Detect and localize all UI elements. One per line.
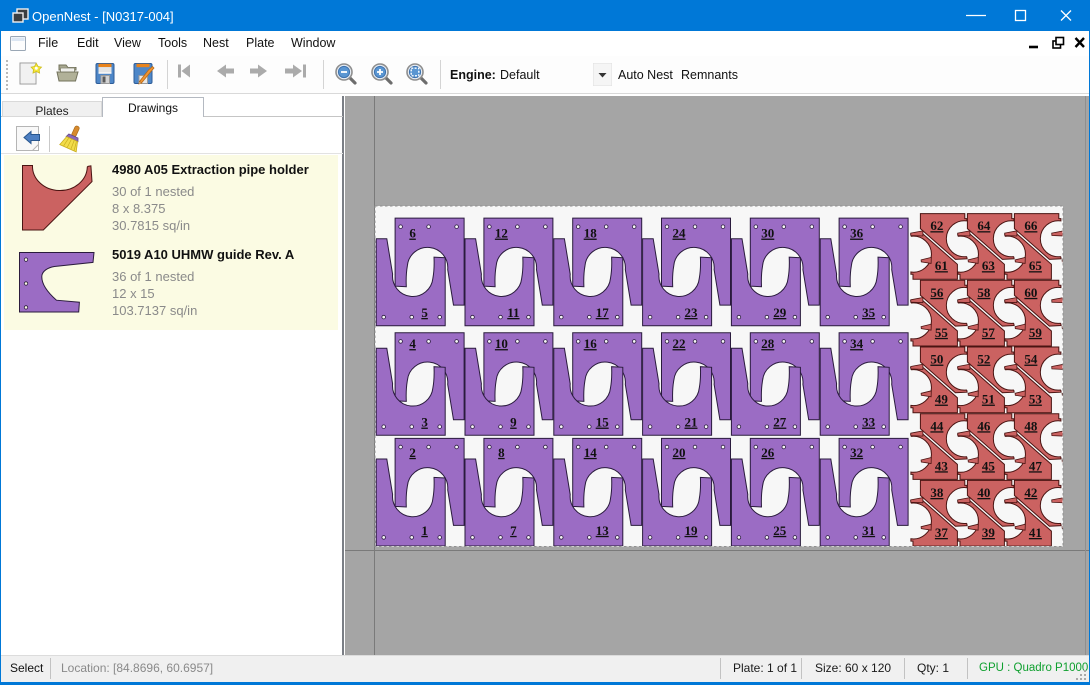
svg-text:17: 17	[596, 305, 610, 320]
svg-text:57: 57	[982, 325, 996, 340]
svg-text:42: 42	[1024, 485, 1037, 500]
svg-text:54: 54	[1024, 352, 1038, 367]
svg-text:62: 62	[930, 218, 943, 233]
svg-text:3: 3	[421, 415, 428, 430]
svg-text:30: 30	[761, 226, 774, 241]
svg-text:40: 40	[977, 485, 990, 500]
svg-text:23: 23	[685, 305, 699, 320]
svg-text:44: 44	[930, 418, 944, 433]
svg-text:20: 20	[673, 445, 686, 460]
svg-text:6: 6	[409, 226, 416, 241]
svg-text:2: 2	[409, 445, 416, 460]
svg-text:43: 43	[935, 458, 949, 473]
svg-text:52: 52	[977, 352, 990, 367]
svg-text:61: 61	[935, 258, 948, 273]
svg-text:39: 39	[982, 525, 996, 540]
svg-text:24: 24	[673, 226, 687, 241]
svg-text:18: 18	[584, 226, 598, 241]
svg-text:45: 45	[982, 458, 996, 473]
svg-text:7: 7	[510, 523, 517, 538]
svg-text:46: 46	[977, 418, 991, 433]
svg-text:34: 34	[850, 336, 864, 351]
svg-text:5: 5	[421, 305, 428, 320]
svg-text:38: 38	[930, 485, 944, 500]
svg-text:15: 15	[596, 415, 610, 430]
svg-text:50: 50	[930, 352, 943, 367]
svg-text:8: 8	[498, 445, 505, 460]
svg-text:66: 66	[1024, 218, 1038, 233]
svg-text:33: 33	[862, 415, 876, 430]
svg-text:22: 22	[673, 336, 686, 351]
svg-text:25: 25	[773, 523, 787, 538]
svg-text:32: 32	[850, 445, 863, 460]
svg-text:29: 29	[773, 305, 787, 320]
svg-text:36: 36	[850, 226, 864, 241]
svg-text:1: 1	[421, 523, 428, 538]
svg-text:14: 14	[584, 445, 598, 460]
svg-text:27: 27	[773, 415, 787, 430]
svg-text:55: 55	[935, 325, 949, 340]
svg-text:9: 9	[510, 415, 517, 430]
svg-text:16: 16	[584, 336, 598, 351]
svg-text:64: 64	[977, 218, 991, 233]
svg-text:35: 35	[862, 305, 876, 320]
svg-text:12: 12	[495, 226, 508, 241]
svg-text:28: 28	[761, 336, 775, 351]
svg-text:56: 56	[930, 285, 944, 300]
svg-text:65: 65	[1029, 258, 1043, 273]
svg-text:19: 19	[685, 523, 699, 538]
svg-text:21: 21	[685, 415, 698, 430]
svg-text:60: 60	[1024, 285, 1037, 300]
svg-text:31: 31	[862, 523, 875, 538]
svg-text:53: 53	[1029, 392, 1043, 407]
svg-text:63: 63	[982, 258, 996, 273]
svg-text:10: 10	[495, 336, 508, 351]
svg-text:47: 47	[1029, 458, 1043, 473]
svg-text:13: 13	[596, 523, 610, 538]
svg-text:41: 41	[1029, 525, 1042, 540]
svg-text:48: 48	[1024, 418, 1038, 433]
svg-text:37: 37	[935, 525, 949, 540]
svg-text:58: 58	[977, 285, 991, 300]
svg-text:59: 59	[1029, 325, 1043, 340]
svg-text:51: 51	[982, 392, 995, 407]
svg-text:11: 11	[507, 305, 519, 320]
svg-text:26: 26	[761, 445, 775, 460]
svg-text:4: 4	[409, 336, 416, 351]
svg-text:49: 49	[935, 392, 949, 407]
